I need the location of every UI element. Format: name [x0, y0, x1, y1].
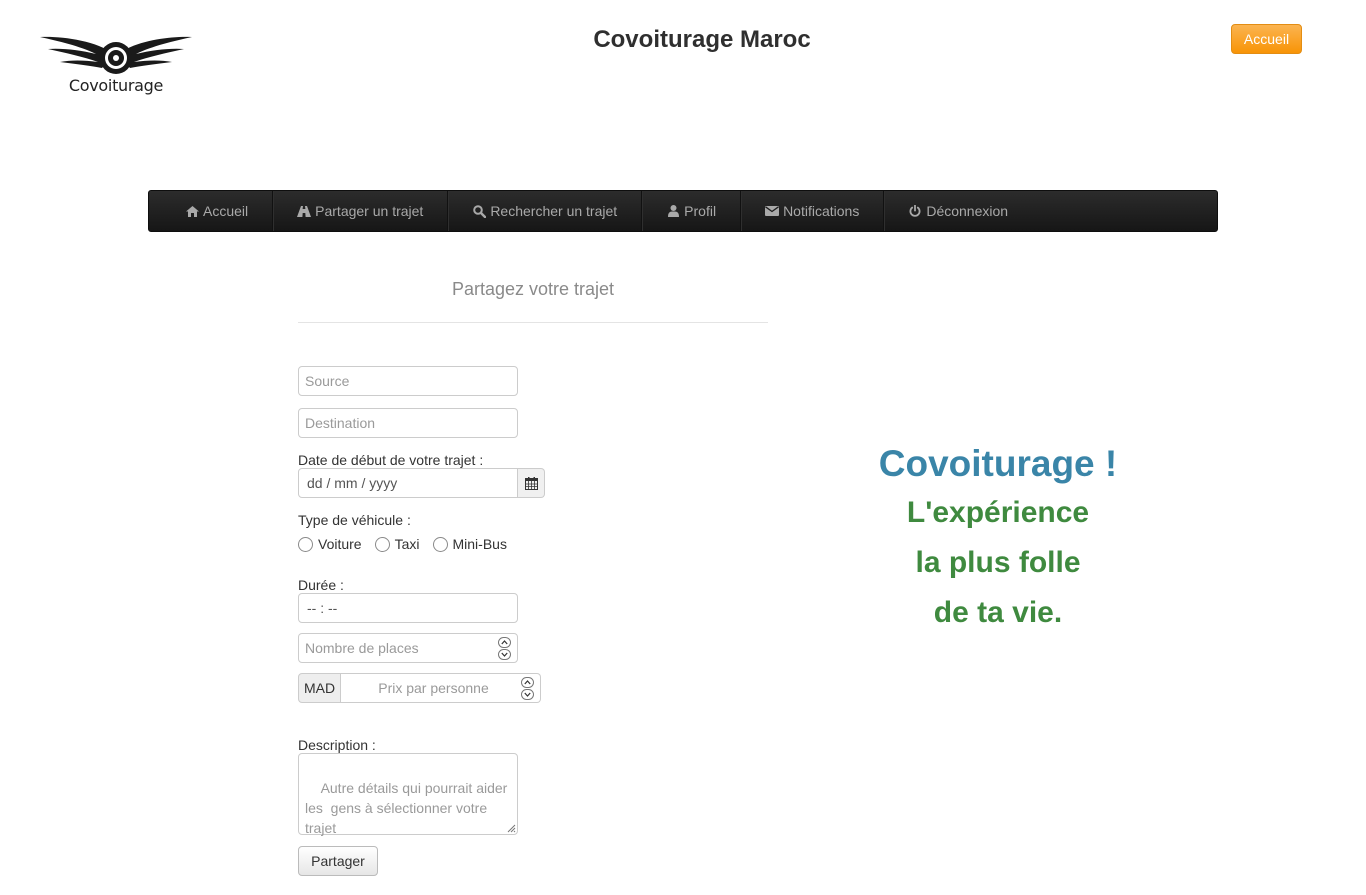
search-icon [472, 204, 486, 218]
site-title: Covoiturage Maroc [593, 26, 811, 53]
main-navbar: Accueil Partager un trajet Rechercher un… [148, 190, 1218, 232]
radio-button[interactable] [432, 536, 448, 552]
decrement-button[interactable] [521, 689, 534, 700]
nav-item-partager[interactable]: Partager un trajet [273, 191, 449, 231]
submit-button[interactable]: Partager [298, 846, 378, 876]
radio-button[interactable] [298, 536, 313, 552]
radio-label: Taxi [394, 536, 420, 552]
price-placeholder: Prix par personne [378, 680, 489, 696]
increment-button[interactable] [521, 677, 534, 688]
calendar-button[interactable] [518, 468, 545, 498]
chevron-up-icon [524, 680, 531, 685]
radio-button[interactable] [374, 536, 390, 552]
date-input[interactable]: dd / mm / yyyy [298, 468, 518, 498]
vehicle-option-taxi[interactable]: Taxi [374, 536, 420, 552]
user-icon [666, 204, 680, 218]
vehicle-option-minibus[interactable]: Mini-Bus [432, 536, 507, 552]
destination-input[interactable] [298, 408, 518, 438]
radio-label: Voiture [318, 536, 362, 552]
promo-title: Covoiturage ! [878, 443, 1118, 484]
places-placeholder: Nombre de places [305, 640, 419, 656]
promo-line: L'expérience [906, 496, 1090, 529]
promo-line: la plus folle [915, 546, 1081, 579]
duration-label: Durée : [298, 577, 344, 593]
page: Covoiturage Covoiturage Maroc Accueil Ac… [0, 0, 1366, 895]
places-spinner [498, 637, 511, 660]
duration-input[interactable]: -- : -- [298, 593, 518, 623]
home-icon [185, 204, 199, 218]
places-input[interactable]: Nombre de places [298, 633, 518, 663]
form-heading: Partagez votre trajet [451, 279, 615, 299]
vehicle-option-voiture[interactable]: Voiture [298, 536, 362, 552]
vehicle-label: Type de véhicule : [298, 512, 411, 528]
chevron-up-icon [501, 640, 508, 645]
nav-label: Notifications [783, 203, 860, 219]
radio-label: Mini-Bus [452, 536, 507, 552]
logo-text: Covoiturage [68, 76, 164, 95]
promo-line: de ta vie. [933, 596, 1063, 629]
price-input[interactable]: Prix par personne [341, 673, 541, 703]
nav-item-accueil[interactable]: Accueil [161, 191, 274, 231]
description-placeholder: Autre détails qui pourrait aider les gen… [305, 780, 512, 836]
increment-button[interactable] [498, 637, 511, 648]
description-textarea[interactable]: Autre détails qui pourrait aider les gen… [298, 753, 518, 836]
nav-label: Profil [684, 203, 717, 219]
nav-label: Déconnexion [926, 203, 1009, 219]
resize-handle-icon[interactable] [506, 823, 516, 833]
road-icon [297, 204, 312, 218]
nav-label: Rechercher un trajet [490, 203, 618, 219]
promo-block: Covoiturage ! L'expérience la plus folle… [848, 440, 1148, 638]
price-spinner [521, 677, 534, 700]
description-label: Description : [298, 737, 376, 753]
chevron-down-icon [501, 652, 508, 657]
power-icon [908, 204, 922, 218]
chevron-down-icon [524, 692, 531, 697]
form-divider [298, 322, 768, 323]
envelope-icon [765, 204, 780, 218]
nav-label: Accueil [203, 203, 249, 219]
nav-item-notifications[interactable]: Notifications [741, 191, 885, 231]
calendar-icon [524, 476, 538, 490]
nav-item-deconnexion[interactable]: Déconnexion [884, 191, 1032, 231]
date-input-group: dd / mm / yyyy [298, 468, 545, 498]
date-label: Date de début de votre trajet : [298, 452, 484, 468]
nav-item-rechercher[interactable]: Rechercher un trajet [448, 191, 643, 231]
price-input-group: MAD Prix par personne [298, 673, 541, 703]
nav-item-profil[interactable]: Profil [642, 191, 742, 231]
source-input[interactable] [298, 366, 518, 396]
vehicle-radio-group: Voiture Taxi Mini-Bus [298, 536, 520, 552]
top-home-button[interactable]: Accueil [1231, 24, 1302, 54]
nav-label: Partager un trajet [315, 203, 424, 219]
currency-addon: MAD [298, 673, 341, 703]
decrement-button[interactable] [498, 649, 511, 660]
